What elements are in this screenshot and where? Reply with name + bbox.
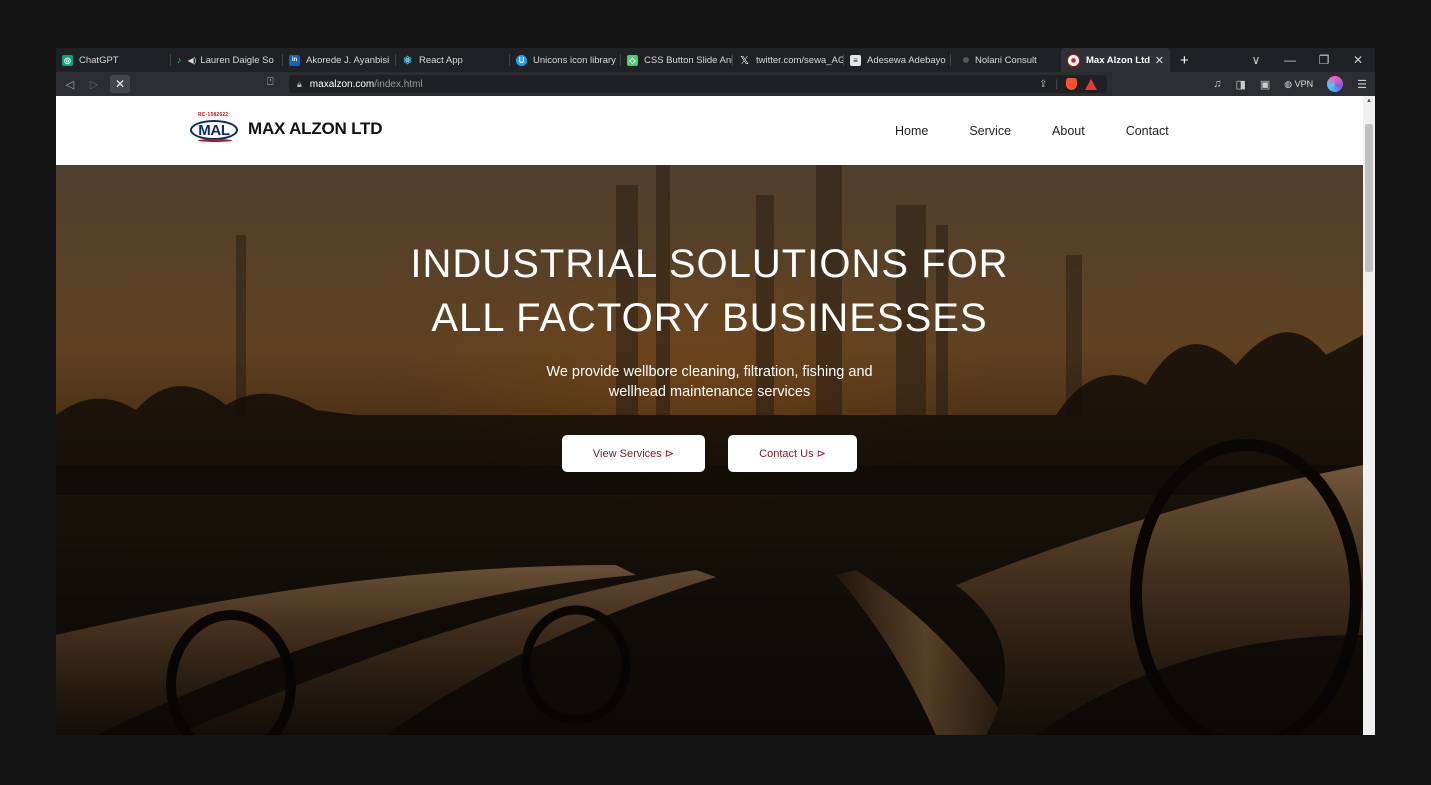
tab-akorede[interactable]: in Akorede J. Ayanbisi [283, 48, 396, 72]
dot-icon [963, 57, 969, 63]
back-icon[interactable]: ◁ [60, 75, 80, 93]
hero-section: INDUSTRIAL SOLUTIONS FOR ALL FACTORY BUS… [56, 165, 1363, 735]
window-controls: ∨ — ❐ ✕ [1239, 48, 1375, 72]
nav-about[interactable]: About [1052, 124, 1085, 138]
site-logo[interactable]: RC-1582622 MAL MAX ALZON LTD [186, 112, 383, 144]
wallet-icon[interactable]: ▣ [1260, 78, 1270, 91]
site-header: RC-1582622 MAL MAX ALZON LTD Home Servic… [56, 96, 1363, 165]
tab-search-icon[interactable]: ∨ [1239, 53, 1273, 67]
bookmark-icon[interactable]: ⍞ [267, 76, 274, 89]
brand-name: MAX ALZON LTD [248, 119, 383, 138]
media-icon[interactable]: ♫ [1213, 78, 1221, 90]
sidebar-icon[interactable]: ◨ [1235, 78, 1245, 91]
audio-playing-icon[interactable]: ◀) [188, 56, 197, 65]
tab-nolani[interactable]: Nolani Consult [951, 48, 1061, 72]
logo-mark: RC-1582622 MAL [186, 112, 244, 144]
browser-window: ◎ ChatGPT ♪ ◀) Lauren Daigle So in Akore… [56, 48, 1375, 735]
new-tab-button[interactable]: + [1180, 52, 1189, 69]
share-icon[interactable]: ⇪ [1039, 79, 1047, 90]
codepen-icon: ◇ [627, 54, 638, 66]
music-icon: ♪ [177, 55, 182, 65]
tab-adesewa[interactable]: ≡ Adesewa Adebayo [844, 48, 951, 72]
tab-css-button[interactable]: ◇ CSS Button Slide Ani [621, 48, 733, 72]
close-tab-icon[interactable]: ✕ [1155, 54, 1164, 67]
forward-icon[interactable]: ▷ [84, 75, 104, 93]
restore-icon[interactable]: ❐ [1307, 53, 1341, 67]
tab-max-alzon[interactable]: ◉ Max Alzon Ltd ✕ [1061, 48, 1170, 72]
site-icon: ◉ [1067, 53, 1080, 67]
stop-loading-icon[interactable]: ✕ [110, 75, 130, 93]
tab-lauren-daigle[interactable]: ♪ ◀) Lauren Daigle So [171, 48, 283, 72]
linkedin-icon: in [289, 54, 300, 66]
brave-shields-icon[interactable] [1066, 78, 1077, 90]
view-services-button[interactable]: View Services ⊳ [562, 435, 705, 472]
hero-title: INDUSTRIAL SOLUTIONS FOR ALL FACTORY BUS… [410, 242, 1009, 340]
scrollbar-thumb[interactable] [1365, 124, 1373, 272]
scroll-up-icon[interactable]: ▲ [1366, 98, 1372, 104]
address-bar[interactable]: 🔒︎ maxalzon.com/index.html ⇪ | [289, 75, 1107, 93]
vpn-button[interactable]: ◍ VPN [1284, 79, 1313, 90]
x-icon: 𝕏 [740, 54, 749, 67]
profile-avatar[interactable] [1327, 76, 1344, 92]
browser-toolbar: ◁ ▷ ✕ ⍞ 🔒︎ maxalzon.com/index.html ⇪ | ♫… [56, 72, 1375, 96]
close-window-icon[interactable]: ✕ [1341, 53, 1375, 67]
contact-us-button[interactable]: Contact Us ⊳ [728, 435, 857, 472]
main-nav: Home Service About Contact [895, 96, 1210, 165]
nav-service[interactable]: Service [969, 124, 1011, 138]
document-icon: ≡ [850, 54, 861, 66]
nav-contact[interactable]: Contact [1126, 124, 1169, 138]
toolbar-actions: ♫ ◨ ▣ ◍ VPN ☰ [1213, 72, 1367, 96]
tab-strip: ◎ ChatGPT ♪ ◀) Lauren Daigle So in Akore… [56, 48, 1375, 72]
minimize-icon[interactable]: — [1273, 53, 1307, 67]
chatgpt-icon: ◎ [62, 54, 73, 66]
tab-twitter[interactable]: 𝕏 twitter.com/sewa_AG [733, 48, 844, 72]
menu-icon[interactable]: ☰ [1357, 78, 1367, 91]
unicons-icon: U [516, 54, 527, 66]
hero-subtitle: We provide wellbore cleaning, filtration… [546, 364, 873, 400]
lock-icon: 🔒︎ [297, 78, 302, 89]
tab-unicons[interactable]: U Unicons icon library [510, 48, 621, 72]
page-viewport: RC-1582622 MAL MAX ALZON LTD Home Servic… [56, 96, 1363, 735]
tab-chatgpt[interactable]: ◎ ChatGPT [56, 48, 171, 72]
react-icon: ⚛ [402, 54, 413, 67]
nav-home[interactable]: Home [895, 124, 928, 138]
tab-react-app[interactable]: ⚛ React App [396, 48, 510, 72]
page-scrollbar[interactable]: ▲ [1363, 96, 1375, 735]
brave-rewards-icon[interactable] [1085, 78, 1097, 90]
